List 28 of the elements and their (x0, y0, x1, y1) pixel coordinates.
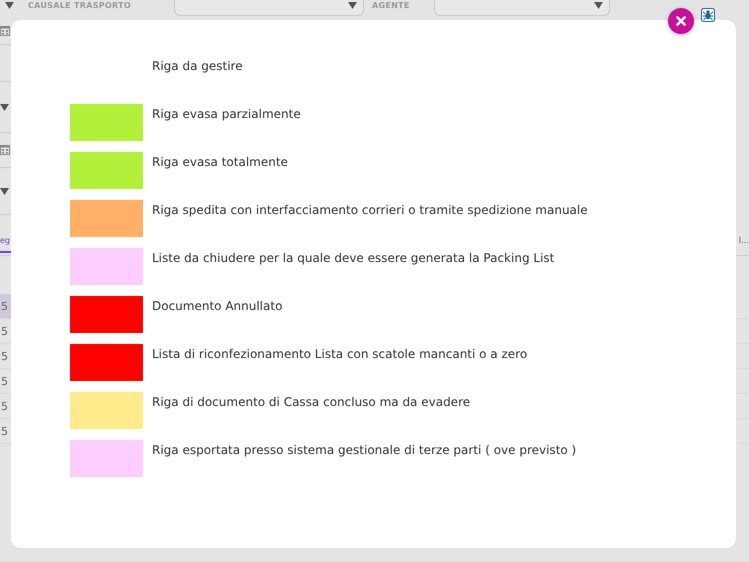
caret-icon (348, 2, 357, 9)
legend-label: Lista di riconfezionamento Lista con scatole mancanti o a zero (152, 346, 528, 361)
caret-icon (594, 2, 603, 9)
legend-label: Riga spedita con interfacciamento corrieri o tramite spedizione manuale (152, 202, 588, 217)
legend-label: Liste da chiudere per la quale deve essere generata la Packing List (152, 250, 554, 265)
table-cell[interactable]: 5 (0, 419, 11, 443)
bug-icon[interactable] (701, 8, 715, 22)
legend-label: Riga esportata presso sistema gestionale di terze parti ( ove previsto ) (152, 442, 576, 457)
column-header: l… (738, 236, 749, 244)
table-cell[interactable]: 5 (0, 294, 11, 318)
legend-label: Riga evasa totalmente (152, 154, 288, 169)
calendar-icon[interactable] (0, 145, 10, 155)
legend-label: Riga da gestire (152, 58, 243, 73)
table-cell[interactable]: 5 (0, 394, 11, 418)
calendar-icon[interactable] (0, 26, 10, 36)
caret-icon[interactable] (0, 104, 9, 110)
legend-label: Riga evasa parzialmente (152, 106, 301, 121)
caret-icon[interactable] (5, 2, 14, 9)
legend-label: Riga di documento di Cassa concluso ma da evadere (152, 394, 470, 409)
field-label: AGENTE (372, 1, 411, 10)
field-label: CAUSALE TRASPORTO (28, 1, 132, 10)
caret-icon[interactable] (0, 188, 9, 194)
close-icon (676, 16, 686, 26)
legend-label: Documento Annullato (152, 298, 282, 313)
close-button[interactable] (668, 8, 694, 34)
table-cell[interactable]: 5 (0, 319, 11, 343)
table-cell[interactable]: 5 (0, 344, 11, 368)
table-cell[interactable]: 5 (0, 369, 11, 393)
